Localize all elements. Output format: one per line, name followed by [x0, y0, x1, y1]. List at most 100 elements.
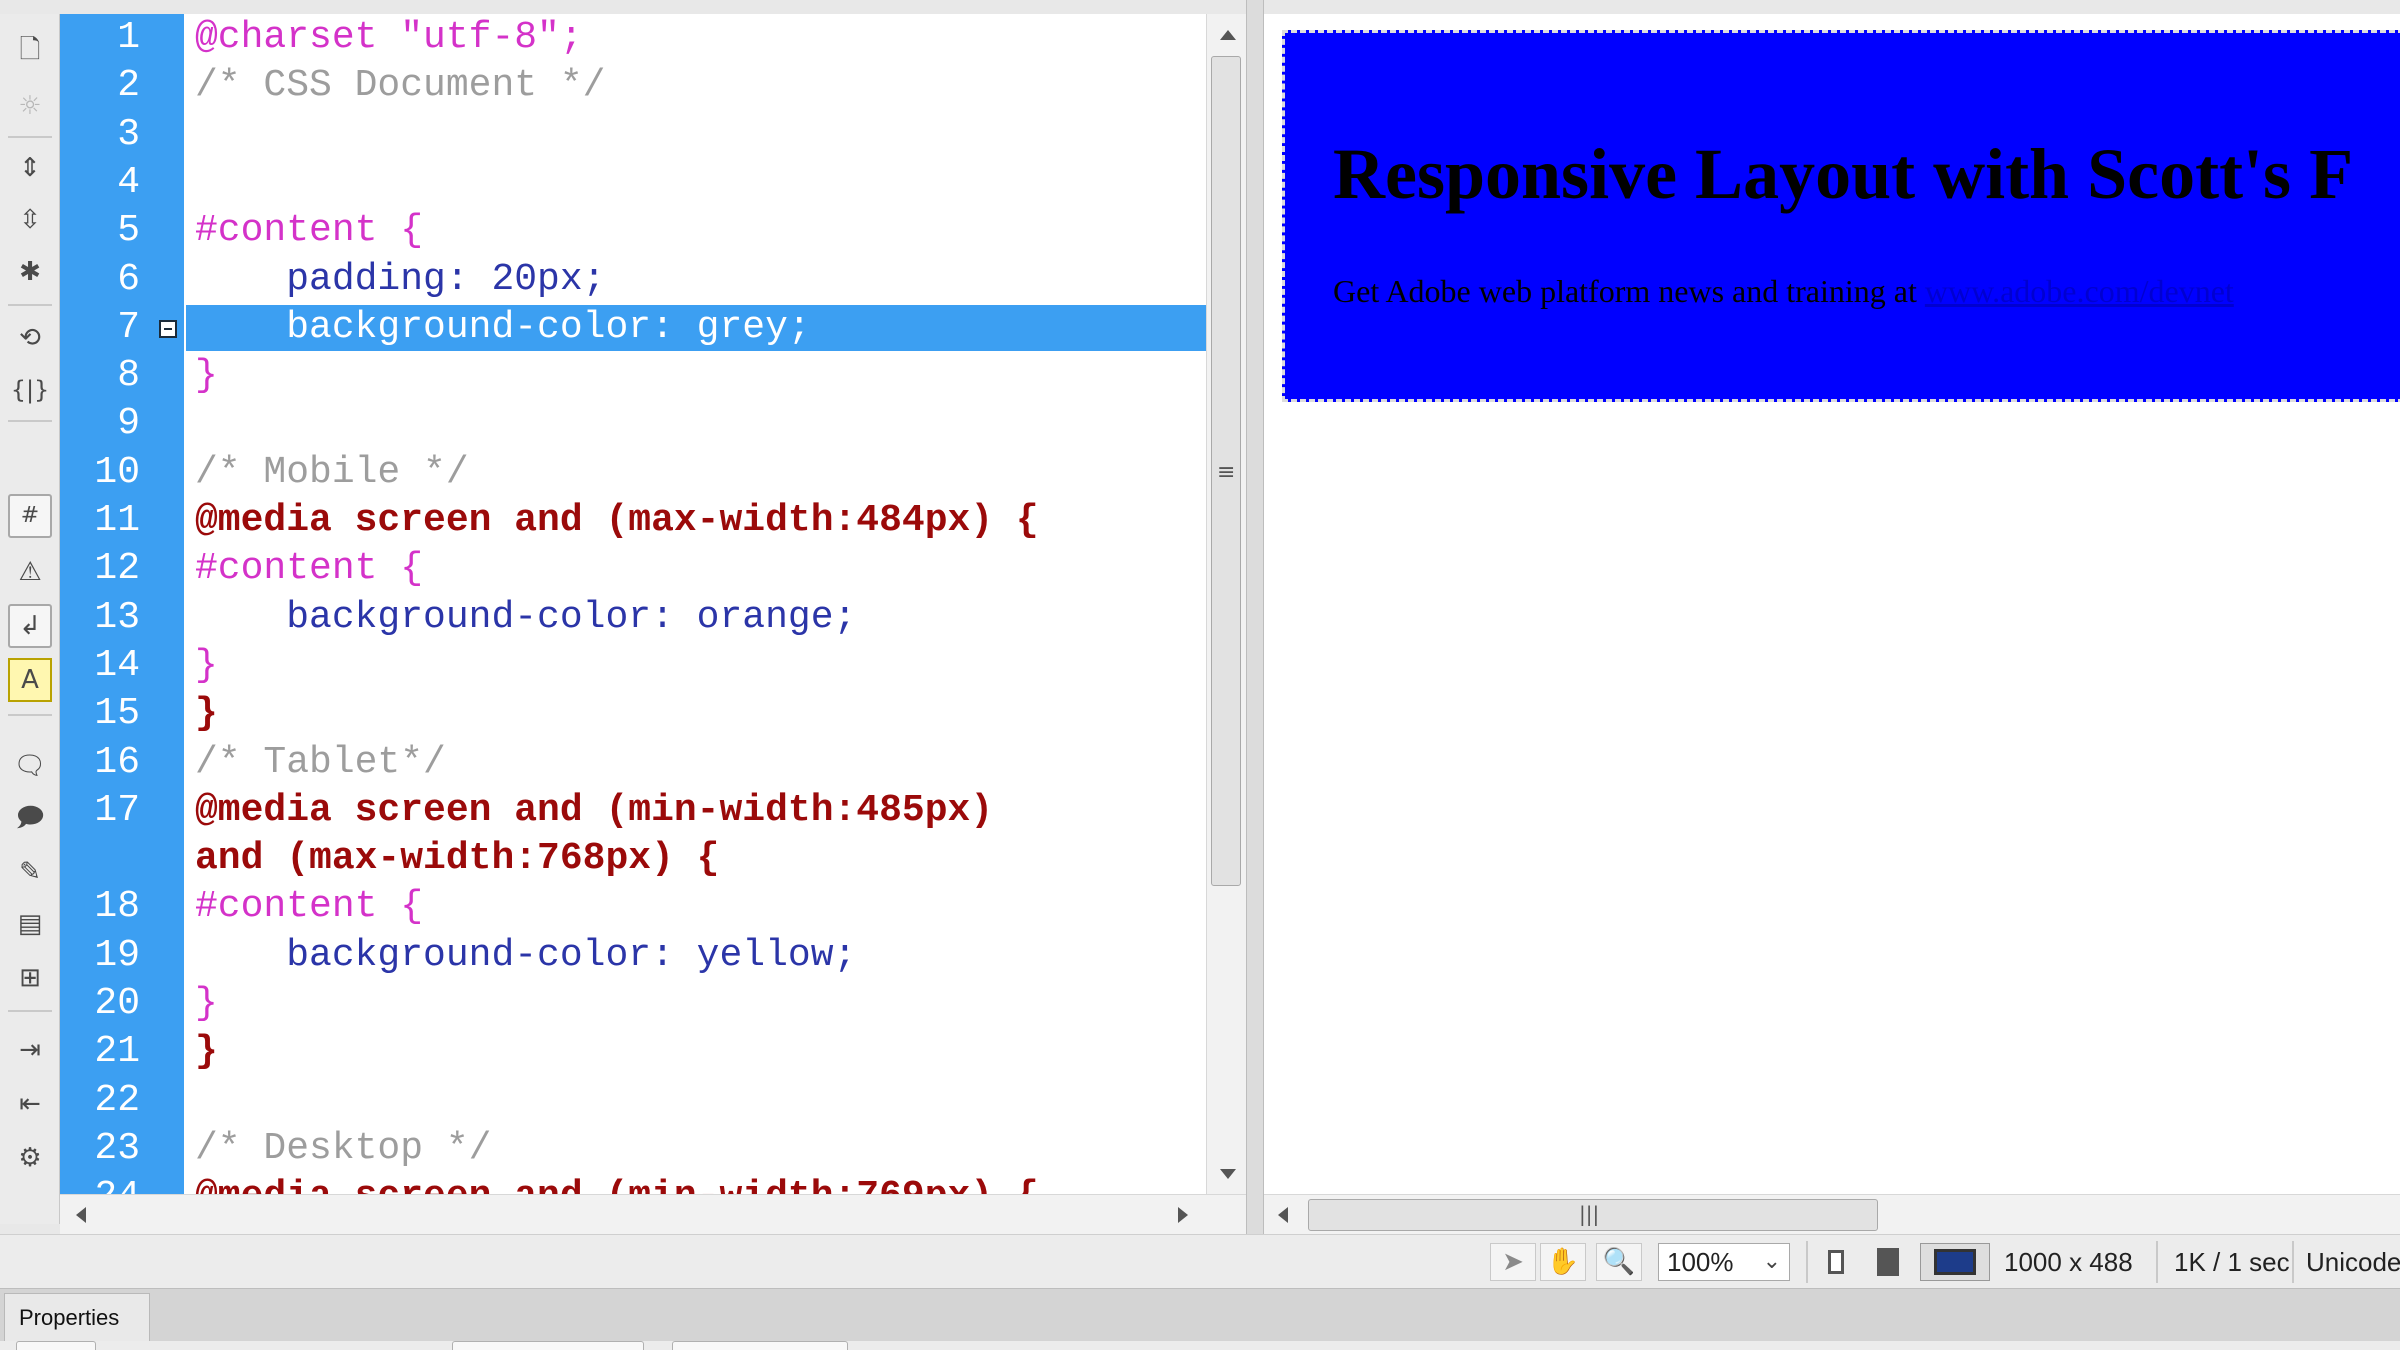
code-line[interactable]: 19 background-color: yellow; [60, 932, 1210, 980]
code-text: #content { [195, 207, 423, 255]
properties-control[interactable] [672, 1341, 848, 1350]
code-line[interactable]: 3 [60, 111, 1210, 159]
code-token: } [195, 692, 218, 736]
coding-toolbar: 🗋 ☼ ⇕ ⇳ ✱ ⟲ {|} # ⚠ ↲ A 🗨 🗩 ✎ ▤ ⊞ ⇥ ⇤ ⚙ [0, 14, 60, 1224]
desktop-size-button[interactable] [1920, 1243, 1990, 1281]
code-token: /* Tablet*/ [195, 740, 446, 784]
code-line[interactable]: and (max-width:768px) { [60, 835, 1210, 883]
scroll-left-arrow-icon[interactable] [76, 1207, 86, 1223]
code-text: /* CSS Document */ [195, 62, 605, 110]
code-vertical-scrollbar[interactable]: ≡ [1206, 14, 1246, 1194]
collapse-selection-icon[interactable]: ⇳ [8, 198, 52, 242]
expand-all-icon[interactable]: ✱ [8, 250, 52, 294]
scroll-thumb[interactable]: ||| [1308, 1199, 1878, 1231]
toolbar-divider [8, 420, 52, 422]
window-dimensions[interactable]: 1000 x 488 [2004, 1243, 2133, 1281]
code-text: and (max-width:768px) { [195, 835, 720, 883]
code-line[interactable]: 2 /* CSS Document */ [60, 62, 1210, 110]
code-line[interactable]: 4 [60, 159, 1210, 207]
status-bar: ➤ ✋ 🔍 100% ⌄ 1000 x 488 1K / 1 sec Unico… [0, 1234, 2400, 1288]
page-heading: Responsive Layout with Scott's F [1333, 134, 2354, 214]
line-numbers-icon[interactable]: # [8, 494, 52, 538]
code-line[interactable]: 17 @media screen and (min-width:485px) [60, 787, 1210, 835]
devnet-link[interactable]: www.adobe.com/devnet [1925, 273, 2234, 309]
code-line[interactable]: 24 @media screen and (min-width:769px) { [60, 1173, 1210, 1194]
collapse-full-tag-icon[interactable]: ⇕ [8, 146, 52, 190]
zoom-select[interactable]: 100% ⌄ [1658, 1243, 1790, 1281]
code-line[interactable]: 20} [60, 980, 1210, 1028]
code-line[interactable]: 6 padding: 20px; [60, 256, 1210, 304]
code-line[interactable]: 16 /* Tablet*/ [60, 739, 1210, 787]
line-number: 2 [117, 64, 140, 108]
split-view-divider[interactable] [1246, 0, 1264, 1240]
recent-snippets-icon[interactable]: ▤ [8, 902, 52, 946]
code-text: } [195, 690, 218, 738]
toolbar-divider [8, 304, 52, 306]
code-line[interactable]: 12 #content { [60, 545, 1210, 593]
status-divider [2292, 1241, 2294, 1283]
select-tool-icon[interactable]: ➤ [1490, 1243, 1536, 1281]
design-horizontal-scrollbar[interactable]: ||| [1264, 1194, 2400, 1234]
move-css-icon[interactable]: ⊞ [8, 956, 52, 1000]
line-number: 9 [117, 402, 140, 446]
properties-control[interactable] [16, 1341, 96, 1350]
line-number: 19 [94, 933, 140, 977]
indent-code-icon[interactable]: ⇥ [8, 1028, 52, 1072]
mobile-size-icon [1828, 1250, 1844, 1274]
format-source-icon[interactable]: ⚙ [8, 1136, 52, 1180]
code-horizontal-scrollbar[interactable] [60, 1194, 1246, 1234]
collapse-toggle-icon[interactable] [159, 319, 177, 338]
mobile-size-button[interactable] [1822, 1243, 1850, 1281]
code-line[interactable]: 21} [60, 1028, 1210, 1076]
code-line[interactable]: 23 /* Desktop */ [60, 1125, 1210, 1173]
scroll-down-arrow-icon[interactable] [1220, 1169, 1236, 1179]
open-documents-icon[interactable]: 🗋 [8, 28, 52, 72]
code-line[interactable]: 1 @charset "utf-8"; [60, 14, 1210, 62]
line-number: 10 [94, 450, 140, 494]
syntax-coloring-icon[interactable]: A [8, 658, 52, 702]
code-view[interactable]: 1 @charset "utf-8"; 2 /* CSS Document */3 4 5… [60, 14, 1210, 1194]
code-token: @media screen and (max-width:484px) { [195, 499, 1039, 542]
code-line[interactable]: 15} [60, 690, 1210, 738]
zoom-tool-icon[interactable]: 🔍 [1596, 1243, 1642, 1281]
tablet-size-icon [1877, 1248, 1899, 1276]
properties-body [0, 1341, 2400, 1350]
remove-comment-icon[interactable]: 🗩 [8, 796, 52, 840]
word-wrap-icon[interactable]: ↲ [8, 604, 52, 648]
code-text: padding: 20px; [195, 256, 605, 304]
scroll-right-arrow-icon[interactable] [1178, 1207, 1188, 1223]
scroll-left-arrow-icon[interactable] [1278, 1207, 1288, 1223]
outdent-code-icon[interactable]: ⇤ [8, 1082, 52, 1126]
code-line[interactable]: 11 @media screen and (max-width:484px) { [60, 497, 1210, 545]
code-line[interactable]: 14} [60, 642, 1210, 690]
tablet-size-button[interactable] [1872, 1243, 1904, 1281]
content-div[interactable]: Responsive Layout with Scott's F Get Ado… [1282, 30, 2400, 402]
design-view[interactable]: Responsive Layout with Scott's F Get Ado… [1264, 14, 2400, 1194]
select-parent-tag-icon[interactable]: ⟲ [8, 316, 52, 360]
code-token: } [195, 643, 218, 687]
toolbar-divider [8, 714, 52, 716]
code-line[interactable]: 10 /* Mobile */ [60, 449, 1210, 497]
paragraph-text: Get Adobe web platform news and training… [1333, 273, 1925, 309]
code-token: /* Mobile */ [195, 450, 469, 494]
wrap-tag-icon[interactable]: ✎ [8, 850, 52, 894]
properties-tab[interactable]: Properties [4, 1293, 150, 1341]
code-line[interactable]: 8} [60, 352, 1210, 400]
code-line[interactable]: 18 #content { [60, 883, 1210, 931]
zoom-value: 100% [1667, 1247, 1734, 1277]
code-text: /* Tablet*/ [195, 739, 446, 787]
code-text: @media screen and (min-width:769px) { [195, 1173, 1039, 1194]
hand-tool-icon[interactable]: ✋ [1540, 1243, 1586, 1281]
properties-control[interactable] [452, 1341, 644, 1350]
balance-braces-icon[interactable]: {|} [8, 368, 52, 412]
code-line[interactable]: 7 background-color: grey; [60, 304, 1210, 352]
line-number: 6 [117, 257, 140, 301]
code-line[interactable]: 9 [60, 400, 1210, 448]
apply-comment-icon[interactable]: 🗨 [8, 744, 52, 788]
show-code-navigator-icon[interactable]: ☼ [8, 84, 52, 128]
code-line[interactable]: 22 [60, 1077, 1210, 1125]
code-line[interactable]: 5 #content { [60, 207, 1210, 255]
code-line[interactable]: 13 background-color: orange; [60, 594, 1210, 642]
scroll-up-arrow-icon[interactable] [1220, 30, 1236, 40]
highlight-invalid-code-icon[interactable]: ⚠ [8, 550, 52, 594]
